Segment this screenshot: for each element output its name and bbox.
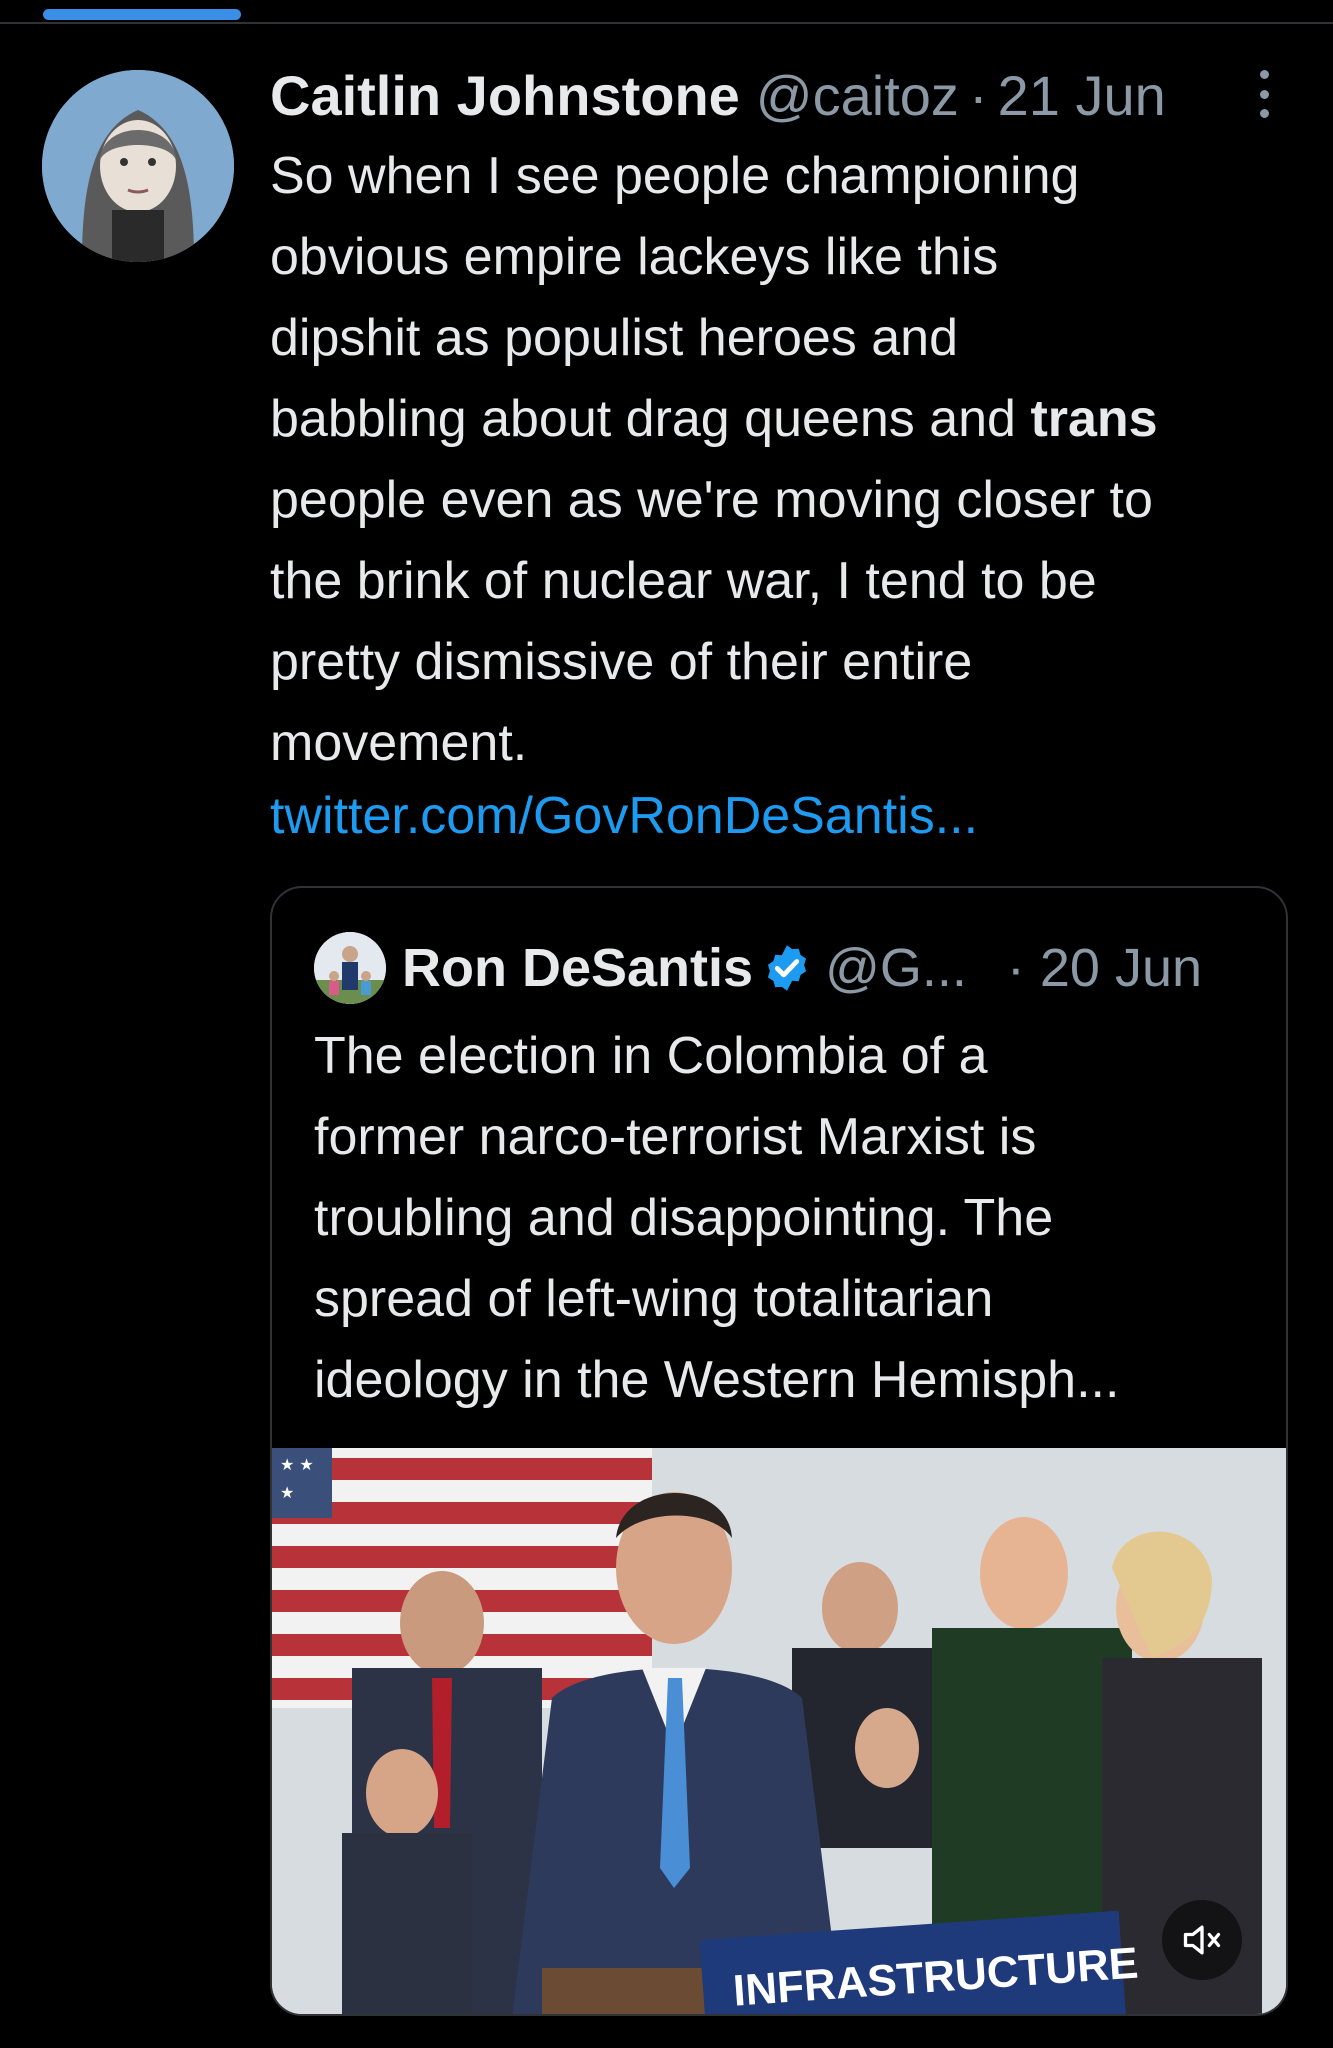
quoted-tweet-date[interactable]: · 20 Jun (1007, 937, 1202, 999)
tweet-line-text: babbling about drag queens and (270, 390, 1031, 448)
quoted-tweet-line: ideology in the Western Hemisph... (314, 1351, 1120, 1409)
video-media[interactable]: ★ ★ ★ INFRASTRUCTURE (272, 1448, 1286, 2014)
quoted-tweet-line: The election in Colombia of a (314, 1027, 988, 1085)
tweet-text: So when I see people championing obvious… (270, 136, 1310, 784)
author-handle[interactable]: @caitoz (756, 63, 959, 128)
tweet-line: people even as we're moving closer to (270, 471, 1153, 529)
verified-badge-icon (767, 945, 807, 991)
volume-muted-icon (1183, 1925, 1221, 1955)
tweet-line: dipshit as populist heroes and (270, 309, 959, 367)
quoted-avatar-image (314, 932, 386, 1004)
author-avatar[interactable] (42, 70, 234, 262)
tweet-date[interactable]: 21 Jun (998, 63, 1166, 128)
tweet-line: obvious empire lackeys like this (270, 228, 999, 286)
quoted-tweet-line: former narco-terrorist Marxist is (314, 1108, 1037, 1166)
tweet-header: Caitlin Johnstone @caitoz · 21 Jun (270, 60, 1166, 130)
top-divider (0, 22, 1333, 24)
author-name[interactable]: Caitlin Johnstone (270, 63, 740, 128)
svg-text:★: ★ (280, 1483, 294, 1502)
quoted-author-handle[interactable]: @G... (825, 937, 967, 999)
tweet-line: pretty dismissive of their entire (270, 633, 973, 691)
mute-button[interactable] (1162, 1900, 1242, 1980)
more-vertical-icon[interactable] (1252, 70, 1276, 118)
svg-text:★ ★: ★ ★ (280, 1455, 314, 1474)
tweet-line: So when I see people championing (270, 147, 1080, 205)
quoted-tweet-header: Ron DeSantis @G... · 20 Jun (314, 930, 1202, 1006)
tweet-link[interactable]: twitter.com/GovRonDeSantis... (270, 786, 978, 846)
quoted-author-avatar[interactable] (314, 932, 386, 1004)
quoted-tweet-text: The election in Colombia of a former nar… (314, 1016, 1274, 1421)
video-frame: ★ ★ ★ INFRASTRUCTURE (272, 1448, 1286, 2014)
tweet-line: movement. (270, 714, 528, 772)
progress-indicator (43, 9, 241, 20)
quoted-author-name[interactable]: Ron DeSantis (402, 937, 753, 999)
quoted-tweet-card[interactable]: Ron DeSantis @G... · 20 Jun The election… (270, 886, 1288, 2016)
tweet-line: babbling about drag queens and trans (270, 379, 1310, 460)
bold-hashtag-word[interactable]: trans (1030, 390, 1157, 448)
avatar-image (42, 70, 234, 262)
quoted-tweet-line: troubling and disappointing. The (314, 1189, 1054, 1247)
quoted-tweet-line: spread of left-wing totalitarian (314, 1270, 994, 1328)
tweet-line: the brink of nuclear war, I tend to be (270, 552, 1097, 610)
separator-dot: · (968, 63, 988, 127)
